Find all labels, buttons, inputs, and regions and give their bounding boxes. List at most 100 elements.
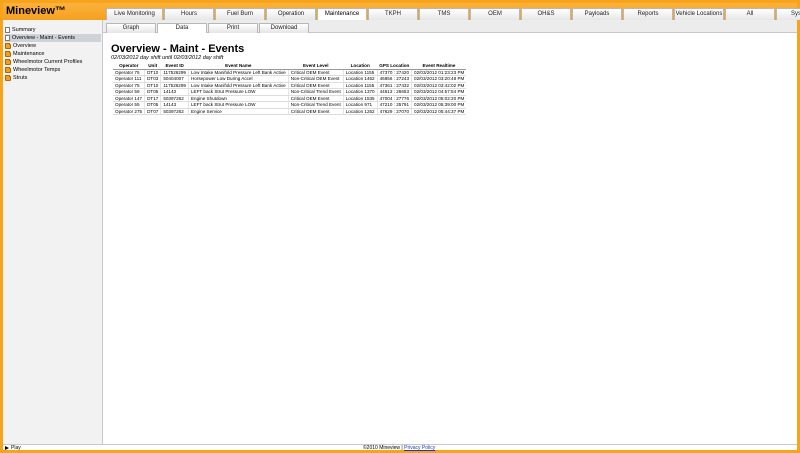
table-cell-operator: Operator 147 [113,95,146,102]
table-cell-location: Location 1155 [343,69,378,76]
sidebar-item-label: Maintenance [13,51,45,57]
table-cell-operator: Operator 275 [113,108,146,115]
table-cell-event-id: 117526299 [160,69,189,76]
sidebar-item-label: Struts [13,75,28,81]
table-cell-location: Location 971 [343,101,378,109]
table-cell-operator: Operator 75 [113,82,146,89]
table-cell-event-id: 50397262 [160,108,189,115]
table-cell-event-level: Non-Critical Trend Event [288,101,344,109]
table-cell-gps-location: 44613 : 26653 [377,88,413,96]
table-cell-operator: Operator 111 [113,75,146,83]
table-cell-gps-location: 47629 : 27070 [377,108,413,115]
subtab-download[interactable]: Download [259,23,309,33]
table-cell-unit: DT07 [144,108,162,115]
column-header-event-name: Event Name [188,62,289,70]
page-title: Overview - Maint - Events [111,43,245,55]
app-window: Mineview™ Live Monitoring Hours Fuel Burn O… [3,3,800,451]
column-header-operator: Operator [113,62,145,70]
table-cell-event-realtime: 02/03/2012 03:42:02 PM [411,82,467,89]
sidebar-item-overview-maint-events[interactable]: Overview - Maint - Events [5,34,101,42]
column-header-event-realtime: Event Realtime [411,62,467,70]
table-cell-event-realtime: 02/03/2012 05:39:00 PM [411,101,467,109]
play-icon [5,446,9,450]
main-tab-bar: Live Monitoring Hours Fuel Burn Operation Ma… [106,8,800,20]
column-header-gps-location: GPS Location [377,62,412,70]
subtab-data[interactable]: Data [157,23,207,33]
tab-tkph[interactable]: TKPH [368,8,418,20]
table-cell-gps-location: 47210 : 25791 [377,101,413,109]
tab-live-monitoring[interactable]: Live Monitoring [106,8,163,20]
copyright: ©2010 Mineview | Privacy Policy [363,445,435,451]
sidebar-item-overview[interactable]: Overview [5,42,101,50]
date-range-subtitle: 02/03/2012 day shift until 02/03/2012 da… [111,55,224,61]
table-cell-event-realtime: 02/03/2012 04:57:54 PM [411,88,467,96]
table-cell-event-realtime: 02/03/2012 03:20:48 PM [411,75,467,83]
tab-all[interactable]: All [725,8,775,20]
folder-icon [5,50,11,57]
table-body: Operator 75 DT10 117526299 Low Intake Manif… [113,69,467,115]
tab-tms[interactable]: TMS [419,8,469,20]
table-cell-event-realtime: 02/03/2012 05:02:20 PM [411,95,467,102]
table-cell-location: Location 1252 [343,108,378,115]
tab-reports[interactable]: Reports [623,8,673,20]
table-header-row: Operator Unit Event ID Event Name Event Leve… [113,62,467,70]
document-icon [5,35,10,41]
sidebar-item-maintenance[interactable]: Maintenance [5,50,101,58]
report-tree: Summary Overview - Maint - Events Overview… [5,26,101,82]
table-cell-gps-location: 47004 : 27776 [377,95,413,102]
table-cell-operator: Operator 75 [113,69,146,76]
folder-icon [5,42,11,49]
table-cell-event-level: Non-Critical OEM Event [288,75,344,83]
table-cell-event-name: Low Intake Manifold Pressure Left Bank A… [188,82,289,89]
footer: Play ©2010 Mineview | Privacy Policy [3,444,797,451]
sidebar-item-label: Overview [13,43,36,49]
sidebar: Summary Overview - Maint - Events Overview… [3,20,103,444]
events-table: Operator Unit Event ID Event Name Event Leve… [113,62,467,115]
column-header-event-id: Event ID [160,62,189,70]
main-content: Overview - Maint - Events 02/03/2012 day… [104,34,797,444]
privacy-policy-link[interactable]: Privacy Policy [404,445,435,451]
table-cell-gps-location: 47361 : 27432 [377,82,413,89]
folder-icon [5,74,11,81]
table-cell-event-level: Non-Critical Trend Event [288,88,344,96]
sidebar-item-label: Summary [12,27,36,33]
table-cell-event-realtime: 02/03/2012 05:44:37 PM [411,108,467,115]
table-cell-location: Location 1370 [343,88,378,96]
folder-icon [5,66,11,73]
sidebar-item-label: Overview - Maint - Events [12,35,75,41]
subtab-graph[interactable]: Graph [106,23,156,33]
sidebar-item-summary[interactable]: Summary [5,26,101,34]
app-title: Mineview™ [6,5,66,17]
tab-operation[interactable]: Operation [266,8,316,20]
table-row: Operator 275 DT07 50397262 Engine Service Cr… [113,108,467,115]
copyright-text: ©2010 Mineview | [363,445,403,451]
sidebar-item-label: Wheelmotor Temps [13,67,61,73]
tab-system[interactable]: System [776,8,800,20]
tab-fuel-burn[interactable]: Fuel Burn [215,8,265,20]
table-cell-event-level: Critical OEM Event [288,108,344,115]
tab-hours[interactable]: Hours [164,8,214,20]
tab-maintenance[interactable]: Maintenance [317,8,367,20]
sidebar-item-struts[interactable]: Struts [5,74,101,82]
table-cell-event-id: 117526299 [160,82,189,89]
tab-vehicle-locations[interactable]: Vehicle Locations [674,8,724,20]
play-button[interactable]: Play [5,445,21,451]
tab-oh-s[interactable]: OH&S [521,8,571,20]
tab-oem[interactable]: OEM [470,8,520,20]
folder-icon [5,58,11,65]
table-cell-location: Location 1535 [343,95,378,102]
column-header-location: Location [343,62,378,70]
sidebar-item-wheelmotor-current-profiles[interactable]: Wheelmotor Current Profiles [5,58,101,66]
sidebar-item-label: Wheelmotor Current Profiles [13,59,83,65]
tab-payloads[interactable]: Payloads [572,8,622,20]
table-cell-gps-location: 46856 : 27243 [377,75,413,83]
table-cell-location: Location 1462 [343,75,378,83]
table-cell-event-realtime: 02/03/2012 01:23:23 PM [411,69,467,76]
subtab-print[interactable]: Print [208,23,258,33]
table-cell-event-name: Low Intake Manifold Pressure Left Bank A… [188,69,289,76]
column-header-event-level: Event Level [288,62,344,70]
sub-tab-bar: Graph Data Print Download [106,23,310,33]
table-cell-gps-location: 47370 : 27420 [377,69,413,76]
play-label: Play [11,445,21,451]
sidebar-item-wheelmotor-temps[interactable]: Wheelmotor Temps [5,66,101,74]
